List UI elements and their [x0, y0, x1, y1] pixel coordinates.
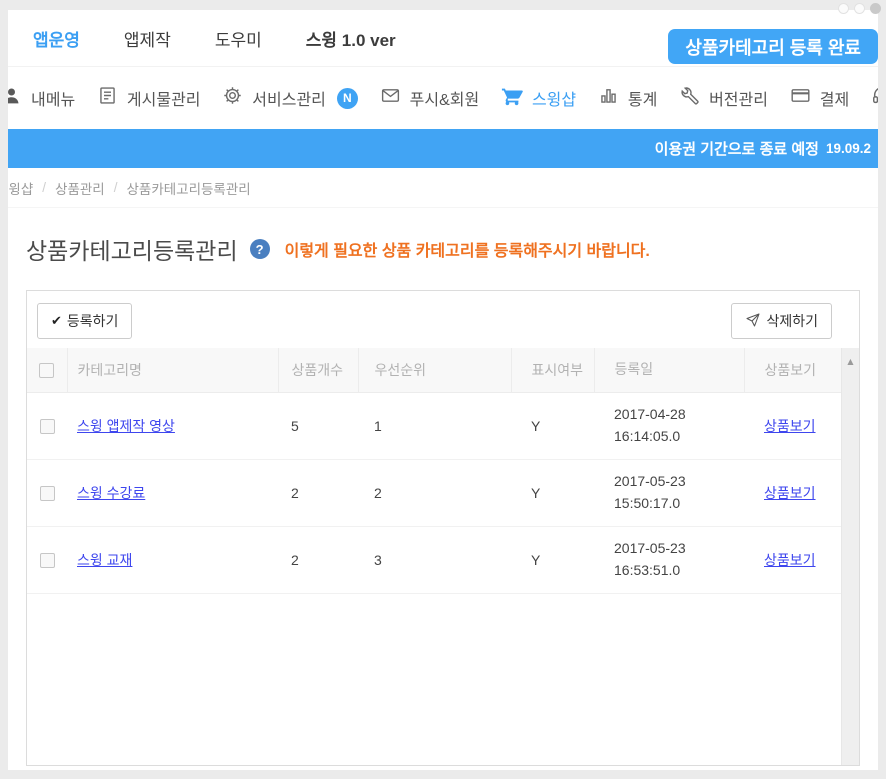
main-nav: 내메뉴 게시물관리 서비스관리 N 푸시&회원 스윙샵 통계 버전관리 — [8, 66, 878, 129]
main-nav-service[interactable]: 서비스관리 N — [222, 85, 358, 111]
table-area: 카테고리명 상품개수 우선순위 표시여부 등록일 상품보기 스윙 앱제작 영상 — [27, 348, 841, 765]
product-count: 5 — [278, 393, 358, 460]
delete-button-label: 삭제하기 — [766, 311, 818, 331]
header-created-date: 등록일 — [594, 348, 744, 393]
breadcrumb-separator: / — [114, 180, 118, 195]
cart-icon — [501, 85, 523, 112]
window-dot[interactable] — [838, 3, 849, 14]
help-icon[interactable]: ? — [250, 239, 270, 259]
priority: 2 — [358, 460, 511, 527]
mail-icon — [380, 85, 401, 111]
priority: 1 — [358, 393, 511, 460]
header-view-products: 상품보기 — [744, 348, 841, 393]
breadcrumb: 스윙샵 / 상품관리 / 상품카테고리등록관리 — [8, 168, 878, 208]
register-button-label: 등록하기 — [67, 311, 119, 331]
top-nav-app-operation[interactable]: 앱운영 — [33, 26, 80, 51]
row-checkbox[interactable] — [40, 419, 55, 434]
subscription-banner: 이용권 기간으로 종료 예정 19.09.2 — [8, 129, 878, 168]
table-header-row: 카테고리명 상품개수 우선순위 표시여부 등록일 상품보기 — [27, 348, 841, 393]
row-checkbox[interactable] — [40, 486, 55, 501]
category-register-complete-button[interactable]: 상품카테고리 등록 완료 — [668, 29, 878, 64]
user-icon — [8, 85, 22, 111]
scroll-up-icon[interactable]: ▲ — [842, 357, 859, 366]
table-zone: 카테고리명 상품개수 우선순위 표시여부 등록일 상품보기 스윙 앱제작 영상 — [27, 348, 859, 765]
table-row: 스윙 교재 2 3 Y 2017-05-23 16:53:51.0 상품보기 — [27, 527, 841, 594]
visibility: Y — [511, 460, 594, 527]
page-title: 상품카테고리등록관리 — [26, 232, 238, 266]
window-controls — [838, 3, 881, 14]
main-nav-label: 내메뉴 — [31, 86, 75, 110]
wrench-icon — [679, 85, 700, 111]
category-link[interactable]: 스윙 앱제작 영상 — [77, 418, 175, 434]
main-nav-label: 서비스관리 — [252, 86, 326, 110]
visibility: Y — [511, 393, 594, 460]
top-nav: 앱운영 앱제작 도우미 스윙 1.0 ver 상품카테고리 등록 완료 — [8, 10, 878, 66]
card-icon — [790, 85, 811, 111]
main-nav-statistics[interactable]: 통계 — [598, 85, 657, 111]
new-badge: N — [337, 88, 358, 109]
title-section: 상품카테고리등록관리 ? 이렇게 필요한 상품 카테고리를 등록해주시기 바랍니… — [8, 208, 878, 290]
window-dot[interactable] — [854, 3, 865, 14]
banner-date: 19.09.2 — [826, 141, 871, 156]
category-table: 카테고리명 상품개수 우선순위 표시여부 등록일 상품보기 스윙 앱제작 영상 — [27, 348, 841, 594]
created-at: 2017-05-23 15:50:17.0 — [594, 460, 744, 527]
table-toolbar: ✔ 등록하기 삭제하기 — [27, 291, 859, 348]
top-nav-version-logo: 스윙 1.0 ver — [306, 26, 396, 51]
category-link[interactable]: 스윙 교재 — [77, 552, 132, 568]
window-dot[interactable] — [870, 3, 881, 14]
main-nav-label: 통계 — [628, 86, 657, 110]
top-nav-app-build[interactable]: 앱제작 — [124, 26, 171, 51]
view-products-link[interactable]: 상품보기 — [764, 552, 816, 568]
priority: 3 — [358, 527, 511, 594]
top-nav-helper[interactable]: 도우미 — [215, 26, 262, 51]
main-nav-label: 결제 — [820, 86, 849, 110]
table-row: 스윙 앱제작 영상 5 1 Y 2017-04-28 16:14:05.0 상품… — [27, 393, 841, 460]
main-nav-push-members[interactable]: 푸시&회원 — [380, 85, 480, 111]
row-checkbox[interactable] — [40, 553, 55, 568]
view-products-link[interactable]: 상품보기 — [764, 485, 816, 501]
category-link[interactable]: 스윙 수강료 — [77, 485, 145, 501]
main-nav-label: 버전관리 — [709, 86, 768, 110]
banner-text: 이용권 기간으로 종료 예정 — [655, 138, 819, 159]
check-icon: ✔ — [51, 313, 62, 329]
main-nav-label: 게시물관리 — [127, 86, 201, 110]
headset-icon — [871, 85, 878, 112]
header-visibility: 표시여부 — [511, 348, 594, 393]
visibility: Y — [511, 527, 594, 594]
main-nav-label: 푸시&회원 — [410, 86, 480, 110]
delete-button[interactable]: 삭제하기 — [731, 303, 832, 339]
paper-plane-icon — [745, 312, 761, 331]
gear-icon — [222, 85, 243, 111]
product-count: 2 — [278, 460, 358, 527]
category-table-card: ✔ 등록하기 삭제하기 — [26, 290, 860, 766]
breadcrumb-category-registration[interactable]: 상품카테고리등록관리 — [126, 178, 250, 198]
view-products-link[interactable]: 상품보기 — [764, 418, 816, 434]
main-nav-payment[interactable]: 결제 — [790, 85, 849, 111]
table-row: 스윙 수강료 2 2 Y 2017-05-23 15:50:17.0 상품보기 — [27, 460, 841, 527]
app-window: 앱운영 앱제작 도우미 스윙 1.0 ver 상품카테고리 등록 완료 내메뉴 … — [8, 10, 878, 770]
header-priority: 우선순위 — [358, 348, 511, 393]
breadcrumb-swing-shop[interactable]: 스윙샵 — [8, 178, 33, 198]
table-scrollbar[interactable]: ▲ — [841, 348, 859, 765]
main-nav-support[interactable] — [871, 85, 878, 112]
main-nav-swing-shop[interactable]: 스윙샵 — [501, 85, 576, 112]
main-nav-version[interactable]: 버전관리 — [679, 85, 768, 111]
created-at: 2017-04-28 16:14:05.0 — [594, 393, 744, 460]
chart-icon — [598, 85, 619, 111]
breadcrumb-separator: / — [42, 180, 46, 195]
board-icon — [97, 85, 118, 111]
notice-text: 이렇게 필요한 상품 카테고리를 등록해주시기 바랍니다. — [285, 237, 650, 261]
header-category-name: 카테고리명 — [67, 348, 278, 393]
select-all-header — [27, 348, 67, 393]
select-all-checkbox[interactable] — [39, 363, 54, 378]
breadcrumb-product-management[interactable]: 상품관리 — [55, 178, 105, 198]
header-product-count: 상품개수 — [278, 348, 358, 393]
created-at: 2017-05-23 16:53:51.0 — [594, 527, 744, 594]
register-button[interactable]: ✔ 등록하기 — [37, 303, 132, 339]
product-count: 2 — [278, 527, 358, 594]
main-nav-my-menu[interactable]: 내메뉴 — [8, 85, 75, 111]
main-nav-posts[interactable]: 게시물관리 — [97, 85, 201, 111]
main-nav-label: 스윙샵 — [532, 86, 576, 110]
